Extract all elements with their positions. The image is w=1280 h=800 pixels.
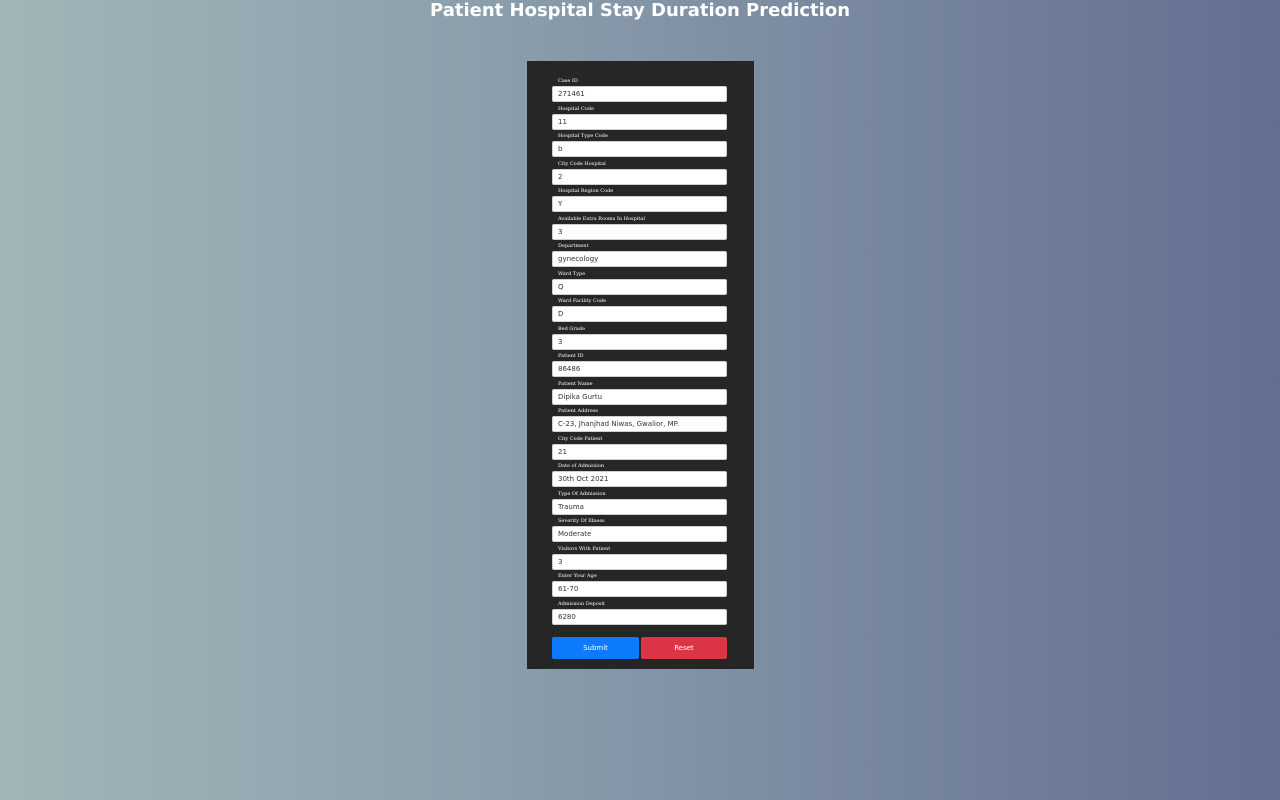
case-id-input[interactable] — [552, 86, 727, 102]
ward-type-input[interactable] — [552, 278, 727, 295]
hospital-code-label: Hospital Code — [558, 105, 594, 112]
hospital-region-code-label: Hospital Region Code — [558, 188, 614, 194]
date-of-admission-input[interactable] — [552, 471, 727, 487]
field-hospital-type-code: Hospital Type Code — [527, 133, 754, 161]
city-code-hospital-label: City Code Hospital — [558, 160, 606, 167]
ward-facility-code-label: Ward Facility Code — [558, 298, 606, 304]
visitors-with-patient-label: Visitors With Patient — [558, 545, 611, 552]
patient-address-input[interactable] — [552, 416, 727, 432]
field-available-extra-rooms: Available Extra Rooms In Hospital — [527, 216, 754, 244]
ward-facility-code-input[interactable] — [552, 306, 727, 322]
field-severity-of-illness: Severity Of Illness — [527, 518, 754, 546]
department-input[interactable] — [552, 251, 727, 267]
available-extra-rooms-input[interactable] — [552, 223, 727, 240]
admission-deposit-label: Admission Deposit — [558, 600, 606, 607]
field-patient-name: Patient Name — [527, 381, 754, 409]
bed-grade-input[interactable] — [552, 333, 727, 350]
field-city-code-hospital: City Code Hospital — [527, 161, 754, 189]
field-date-of-admission: Date of Admission — [527, 463, 754, 491]
field-ward-facility-code: Ward Facility Code — [527, 298, 754, 326]
hospital-type-code-label: Hospital Type Code — [558, 133, 608, 139]
field-case-id: Case ID — [527, 78, 754, 106]
severity-of-illness-label: Severity Of Illness — [558, 518, 605, 524]
field-age: Enter Your Age — [527, 573, 754, 601]
case-id-label: Case ID — [558, 78, 578, 84]
field-bed-grade: Bed Grade — [527, 326, 754, 354]
field-department: Department — [527, 243, 754, 271]
page-title: Patient Hospital Stay Duration Predictio… — [429, 0, 851, 21]
severity-of-illness-input[interactable] — [552, 526, 727, 542]
city-code-hospital-input[interactable] — [552, 168, 727, 185]
field-patient-address: Patient Address — [527, 408, 754, 436]
reset-button[interactable]: Reset — [641, 637, 727, 659]
city-code-patient-input[interactable] — [552, 443, 727, 460]
field-hospital-region-code: Hospital Region Code — [527, 188, 754, 216]
department-label: Department — [558, 243, 589, 249]
bed-grade-label: Bed Grade — [558, 325, 585, 332]
ward-type-label: Ward Type — [558, 270, 586, 277]
prediction-form: Case ID Hospital Code Hospital Type Code… — [527, 61, 754, 669]
field-type-of-admission: Type Of Admission — [527, 491, 754, 519]
field-visitors-with-patient: Visitors With Patient — [527, 546, 754, 574]
field-city-code-patient: City Code Patient — [527, 436, 754, 464]
patient-id-input[interactable] — [552, 361, 727, 377]
form-buttons: Submit Reset — [552, 637, 727, 659]
submit-button[interactable]: Submit — [552, 637, 639, 659]
city-code-patient-label: City Code Patient — [558, 435, 603, 442]
hospital-code-input[interactable] — [552, 113, 727, 130]
field-admission-deposit: Admission Deposit — [527, 601, 754, 629]
type-of-admission-input[interactable] — [552, 498, 727, 515]
age-input[interactable] — [552, 581, 727, 597]
hospital-type-code-input[interactable] — [552, 141, 727, 157]
available-extra-rooms-label: Available Extra Rooms In Hospital — [558, 215, 645, 222]
field-hospital-code: Hospital Code — [527, 106, 754, 134]
visitors-with-patient-input[interactable] — [552, 553, 727, 570]
age-label: Enter Your Age — [558, 573, 597, 579]
admission-deposit-input[interactable] — [552, 608, 727, 625]
date-of-admission-label: Date of Admission — [558, 463, 605, 469]
patient-id-label: Patient ID — [558, 353, 584, 359]
hospital-region-code-input[interactable] — [552, 196, 727, 212]
patient-name-input[interactable] — [552, 388, 727, 405]
type-of-admission-label: Type Of Admission — [558, 490, 606, 497]
patient-address-label: Patient Address — [558, 408, 598, 414]
field-patient-id: Patient ID — [527, 353, 754, 381]
field-ward-type: Ward Type — [527, 271, 754, 299]
patient-name-label: Patient Name — [558, 380, 593, 387]
